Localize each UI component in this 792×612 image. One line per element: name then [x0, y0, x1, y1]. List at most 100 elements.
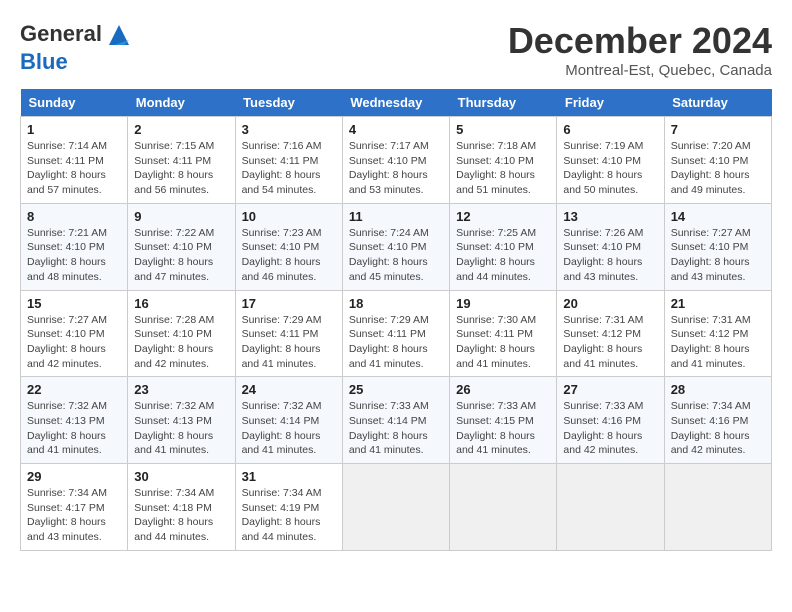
day-number: 17 — [242, 296, 336, 311]
day-number: 11 — [349, 209, 443, 224]
day-info: Sunrise: 7:33 AMSunset: 4:14 PMDaylight:… — [349, 399, 443, 458]
calendar-week-1: 1 Sunrise: 7:14 AMSunset: 4:11 PMDayligh… — [21, 117, 772, 204]
month-title: December 2024 — [508, 20, 772, 62]
day-number: 2 — [134, 122, 228, 137]
day-info: Sunrise: 7:32 AMSunset: 4:13 PMDaylight:… — [27, 399, 121, 458]
calendar-cell: 4 Sunrise: 7:17 AMSunset: 4:10 PMDayligh… — [342, 117, 449, 204]
calendar-cell: 10 Sunrise: 7:23 AMSunset: 4:10 PMDaylig… — [235, 203, 342, 290]
calendar-week-4: 22 Sunrise: 7:32 AMSunset: 4:13 PMDaylig… — [21, 377, 772, 464]
day-info: Sunrise: 7:28 AMSunset: 4:10 PMDaylight:… — [134, 313, 228, 372]
day-info: Sunrise: 7:19 AMSunset: 4:10 PMDaylight:… — [563, 139, 657, 198]
day-number: 1 — [27, 122, 121, 137]
calendar-cell: 3 Sunrise: 7:16 AMSunset: 4:11 PMDayligh… — [235, 117, 342, 204]
weekday-header-thursday: Thursday — [450, 89, 557, 117]
logo-icon — [104, 20, 134, 50]
day-info: Sunrise: 7:21 AMSunset: 4:10 PMDaylight:… — [27, 226, 121, 285]
page-header: General Blue December 2024 Montreal-Est,… — [20, 20, 772, 79]
day-number: 12 — [456, 209, 550, 224]
day-number: 28 — [671, 382, 765, 397]
calendar-cell: 24 Sunrise: 7:32 AMSunset: 4:14 PMDaylig… — [235, 377, 342, 464]
day-number: 24 — [242, 382, 336, 397]
calendar-header: SundayMondayTuesdayWednesdayThursdayFrid… — [21, 89, 772, 117]
day-info: Sunrise: 7:31 AMSunset: 4:12 PMDaylight:… — [671, 313, 765, 372]
day-info: Sunrise: 7:24 AMSunset: 4:10 PMDaylight:… — [349, 226, 443, 285]
calendar-cell: 26 Sunrise: 7:33 AMSunset: 4:15 PMDaylig… — [450, 377, 557, 464]
day-info: Sunrise: 7:34 AMSunset: 4:17 PMDaylight:… — [27, 486, 121, 545]
calendar-cell: 22 Sunrise: 7:32 AMSunset: 4:13 PMDaylig… — [21, 377, 128, 464]
calendar-week-2: 8 Sunrise: 7:21 AMSunset: 4:10 PMDayligh… — [21, 203, 772, 290]
calendar-cell: 25 Sunrise: 7:33 AMSunset: 4:14 PMDaylig… — [342, 377, 449, 464]
day-number: 16 — [134, 296, 228, 311]
weekday-header-sunday: Sunday — [21, 89, 128, 117]
day-number: 30 — [134, 469, 228, 484]
day-number: 19 — [456, 296, 550, 311]
day-number: 10 — [242, 209, 336, 224]
day-number: 13 — [563, 209, 657, 224]
location: Montreal-Est, Quebec, Canada — [508, 62, 772, 79]
calendar-cell: 11 Sunrise: 7:24 AMSunset: 4:10 PMDaylig… — [342, 203, 449, 290]
title-block: December 2024 Montreal-Est, Quebec, Cana… — [508, 20, 772, 79]
day-info: Sunrise: 7:17 AMSunset: 4:10 PMDaylight:… — [349, 139, 443, 198]
calendar-cell: 31 Sunrise: 7:34 AMSunset: 4:19 PMDaylig… — [235, 464, 342, 551]
calendar-cell — [342, 464, 449, 551]
day-info: Sunrise: 7:32 AMSunset: 4:13 PMDaylight:… — [134, 399, 228, 458]
logo-text: General Blue — [20, 20, 134, 74]
calendar-cell: 17 Sunrise: 7:29 AMSunset: 4:11 PMDaylig… — [235, 290, 342, 377]
calendar-week-5: 29 Sunrise: 7:34 AMSunset: 4:17 PMDaylig… — [21, 464, 772, 551]
day-info: Sunrise: 7:22 AMSunset: 4:10 PMDaylight:… — [134, 226, 228, 285]
day-number: 15 — [27, 296, 121, 311]
calendar-cell: 30 Sunrise: 7:34 AMSunset: 4:18 PMDaylig… — [128, 464, 235, 551]
day-info: Sunrise: 7:34 AMSunset: 4:18 PMDaylight:… — [134, 486, 228, 545]
day-info: Sunrise: 7:33 AMSunset: 4:16 PMDaylight:… — [563, 399, 657, 458]
weekday-header-monday: Monday — [128, 89, 235, 117]
calendar-cell: 14 Sunrise: 7:27 AMSunset: 4:10 PMDaylig… — [664, 203, 771, 290]
calendar-week-3: 15 Sunrise: 7:27 AMSunset: 4:10 PMDaylig… — [21, 290, 772, 377]
calendar-cell — [664, 464, 771, 551]
day-info: Sunrise: 7:18 AMSunset: 4:10 PMDaylight:… — [456, 139, 550, 198]
day-info: Sunrise: 7:25 AMSunset: 4:10 PMDaylight:… — [456, 226, 550, 285]
day-number: 21 — [671, 296, 765, 311]
calendar-cell: 16 Sunrise: 7:28 AMSunset: 4:10 PMDaylig… — [128, 290, 235, 377]
weekday-header-row: SundayMondayTuesdayWednesdayThursdayFrid… — [21, 89, 772, 117]
calendar-cell: 8 Sunrise: 7:21 AMSunset: 4:10 PMDayligh… — [21, 203, 128, 290]
day-info: Sunrise: 7:29 AMSunset: 4:11 PMDaylight:… — [242, 313, 336, 372]
day-number: 25 — [349, 382, 443, 397]
day-info: Sunrise: 7:14 AMSunset: 4:11 PMDaylight:… — [27, 139, 121, 198]
day-number: 23 — [134, 382, 228, 397]
day-number: 18 — [349, 296, 443, 311]
day-info: Sunrise: 7:31 AMSunset: 4:12 PMDaylight:… — [563, 313, 657, 372]
day-number: 6 — [563, 122, 657, 137]
day-number: 7 — [671, 122, 765, 137]
logo-blue: Blue — [20, 49, 68, 74]
day-number: 31 — [242, 469, 336, 484]
weekday-header-saturday: Saturday — [664, 89, 771, 117]
calendar-cell: 5 Sunrise: 7:18 AMSunset: 4:10 PMDayligh… — [450, 117, 557, 204]
calendar-cell: 15 Sunrise: 7:27 AMSunset: 4:10 PMDaylig… — [21, 290, 128, 377]
calendar-cell: 28 Sunrise: 7:34 AMSunset: 4:16 PMDaylig… — [664, 377, 771, 464]
calendar-table: SundayMondayTuesdayWednesdayThursdayFrid… — [20, 89, 772, 551]
day-number: 29 — [27, 469, 121, 484]
day-number: 3 — [242, 122, 336, 137]
day-info: Sunrise: 7:23 AMSunset: 4:10 PMDaylight:… — [242, 226, 336, 285]
day-info: Sunrise: 7:20 AMSunset: 4:10 PMDaylight:… — [671, 139, 765, 198]
calendar-cell: 27 Sunrise: 7:33 AMSunset: 4:16 PMDaylig… — [557, 377, 664, 464]
logo-general: General — [20, 21, 102, 46]
day-number: 22 — [27, 382, 121, 397]
calendar-cell: 7 Sunrise: 7:20 AMSunset: 4:10 PMDayligh… — [664, 117, 771, 204]
calendar-cell: 9 Sunrise: 7:22 AMSunset: 4:10 PMDayligh… — [128, 203, 235, 290]
day-info: Sunrise: 7:34 AMSunset: 4:16 PMDaylight:… — [671, 399, 765, 458]
day-info: Sunrise: 7:32 AMSunset: 4:14 PMDaylight:… — [242, 399, 336, 458]
calendar-cell — [557, 464, 664, 551]
calendar-body: 1 Sunrise: 7:14 AMSunset: 4:11 PMDayligh… — [21, 117, 772, 551]
calendar-cell — [450, 464, 557, 551]
calendar-cell: 6 Sunrise: 7:19 AMSunset: 4:10 PMDayligh… — [557, 117, 664, 204]
day-info: Sunrise: 7:16 AMSunset: 4:11 PMDaylight:… — [242, 139, 336, 198]
calendar-cell: 1 Sunrise: 7:14 AMSunset: 4:11 PMDayligh… — [21, 117, 128, 204]
calendar-cell: 29 Sunrise: 7:34 AMSunset: 4:17 PMDaylig… — [21, 464, 128, 551]
weekday-header-tuesday: Tuesday — [235, 89, 342, 117]
day-info: Sunrise: 7:26 AMSunset: 4:10 PMDaylight:… — [563, 226, 657, 285]
calendar-cell: 18 Sunrise: 7:29 AMSunset: 4:11 PMDaylig… — [342, 290, 449, 377]
day-info: Sunrise: 7:30 AMSunset: 4:11 PMDaylight:… — [456, 313, 550, 372]
day-number: 9 — [134, 209, 228, 224]
day-info: Sunrise: 7:34 AMSunset: 4:19 PMDaylight:… — [242, 486, 336, 545]
